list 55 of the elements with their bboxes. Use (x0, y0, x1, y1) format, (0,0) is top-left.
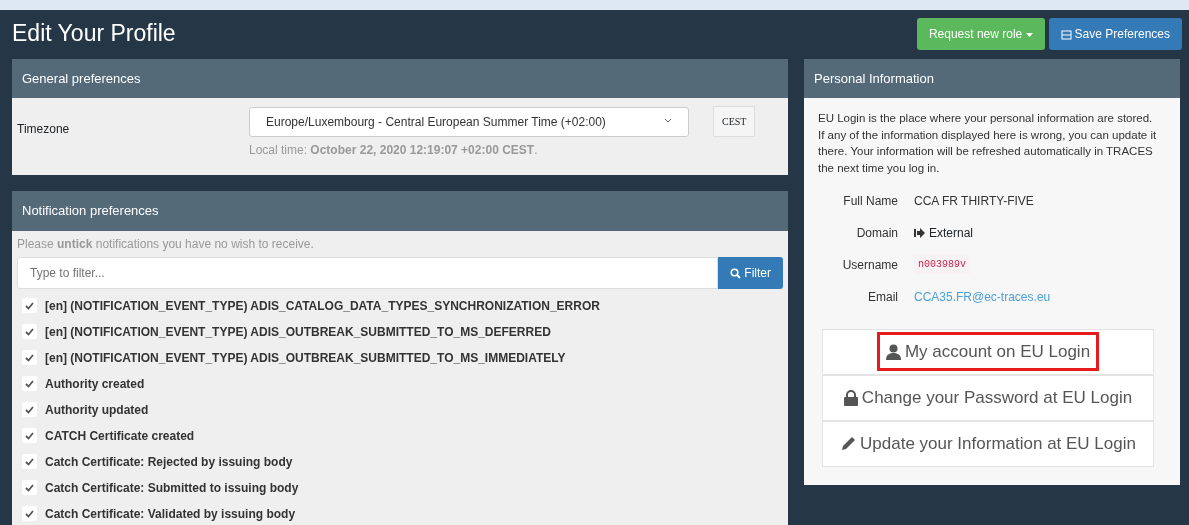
checkbox[interactable] (22, 428, 37, 443)
save-button[interactable]: Save Preferences (1048, 18, 1182, 50)
field-value: External (929, 224, 974, 242)
check-icon (25, 405, 34, 414)
checkbox[interactable] (22, 324, 37, 339)
field-label: Email (867, 288, 898, 306)
user-icon (885, 343, 901, 360)
checkbox[interactable] (22, 376, 37, 391)
timezone-select[interactable]: Europe/Luxembourg - Central European Summer Time (+02:00) (249, 106, 689, 137)
check-icon (25, 301, 34, 310)
notification-label: [en] (NOTIFICATION_EVENT_TYPE) ADIS_OUTBREAK_SUBMITTED_TO_MS_IMMEDIATELY (45, 349, 566, 367)
timezone-abbreviation: CEST (713, 106, 756, 137)
panel-header: Personal Information (804, 58, 1180, 98)
checkbox[interactable] (22, 480, 37, 495)
checkbox[interactable] (22, 350, 37, 365)
caret-icon (664, 117, 672, 124)
check-icon (25, 509, 34, 518)
checkbox[interactable] (22, 402, 37, 417)
lock-icon (843, 389, 858, 406)
check-icon (25, 457, 34, 466)
check-icon (25, 353, 34, 362)
page-title: Edit Your Profile (12, 19, 176, 48)
local-time-text: Local time: October 22, 2020 12:19:07 +02:00 CEST. (249, 142, 539, 159)
check-icon (25, 483, 34, 492)
field-label: Timezone (17, 121, 71, 138)
filter-field[interactable]: Type to filter... (17, 256, 719, 289)
search-icon (730, 267, 742, 279)
check-icon (25, 431, 34, 440)
notification-label: [en] (NOTIFICATION_EVENT_TYPE) ADIS_OUTBREAK_SUBMITTED_TO_MS_DEFERRED (45, 323, 551, 341)
field-label: Username (841, 256, 898, 274)
filter-button[interactable]: Filter (718, 256, 783, 289)
notification-label: [en] (NOTIFICATION_EVENT_TYPE) ADIS_CATALOG_DATA_TYPES_SYNCHRONIZATION_ERROR (45, 297, 600, 315)
checkbox[interactable] (22, 454, 37, 469)
field-label: Domain (855, 224, 898, 242)
pencil-icon (840, 435, 857, 452)
panel-header: Notification preferences (12, 191, 788, 231)
notification-label: CATCH Certificate created (45, 427, 195, 445)
checkbox[interactable] (22, 506, 37, 521)
notification-label: Authority created (45, 375, 145, 393)
caret-icon (1025, 32, 1033, 37)
check-icon (25, 379, 34, 388)
checkbox[interactable] (22, 298, 37, 313)
field-label: Full Name (842, 192, 898, 210)
hint-text: Please untick notifications you have no wish to receive. (17, 235, 315, 253)
field-value: CCA FR THIRTY-FIVE (914, 192, 1034, 210)
save-icon (1060, 29, 1072, 40)
notification-label: Catch Certificate: Rejected by issuing body (45, 453, 293, 471)
check-icon (25, 327, 34, 336)
notification-label: Catch Certificate: Submitted to issuing body (45, 479, 299, 497)
notification-label: Catch Certificate: Validated by issuing body (45, 505, 296, 523)
sign-in-icon (914, 227, 925, 238)
username-value: n003989v (914, 255, 970, 275)
panel-header: General preferences (12, 58, 788, 98)
notification-label: Authority updated (45, 401, 149, 419)
intro-paragraph: EU Login is the place where your personal information are stored. If any of the information displayed here is wrong, you can update it there. Your information will be refreshed automatically in TRACES the next time you log in. (818, 111, 1158, 176)
